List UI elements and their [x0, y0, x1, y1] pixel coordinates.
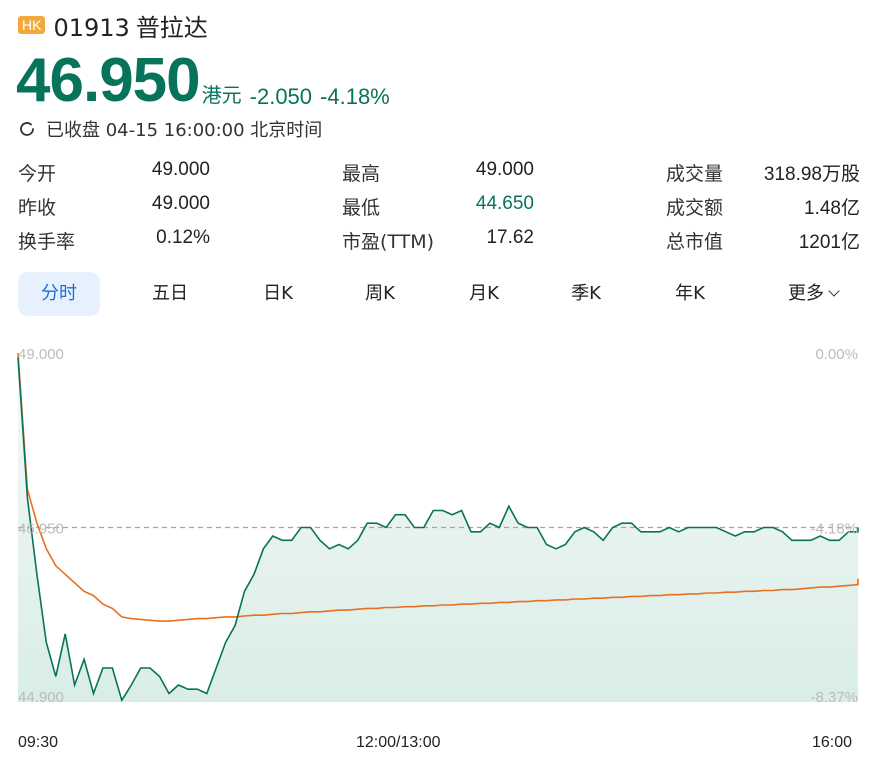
price-area	[18, 357, 858, 702]
stat-label-prev-close: 昨收	[18, 197, 57, 219]
stat-value-high: 49.000	[475, 159, 534, 180]
stat-value-volume: 318.98万股	[763, 164, 860, 185]
tab-yearly-k[interactable]: 年K	[650, 272, 730, 316]
x-tick-label: 16:00	[812, 734, 853, 751]
stat-value-market-cap: 1201亿	[798, 232, 860, 253]
stats-grid: 今开 49.000 最高 49.000 成交量 318.98万股 昨收 49.0…	[18, 155, 860, 257]
market-status: 已收盘 04-15 16:00:00 北京时间	[18, 116, 322, 142]
price-row: 46.950 港元 -2.050 -4.18%	[16, 50, 390, 112]
stock-code: 01913	[53, 13, 130, 42]
stock-name: 普拉达	[135, 13, 208, 42]
stat-label-open: 今开	[18, 163, 57, 185]
tab-monthly-k[interactable]: 月K	[444, 272, 524, 316]
stat-value-turnover: 1.48亿	[804, 198, 860, 219]
status-text: 已收盘 04-15 16:00:00 北京时间	[46, 120, 323, 141]
x-tick-label: 09:30	[18, 734, 59, 751]
y-right-tick-label: -8.37%	[810, 689, 858, 706]
stat-label-volume: 成交量	[666, 163, 724, 185]
stat-label-turnover-rate: 换手率	[18, 231, 76, 253]
stat-label-low: 最低	[342, 197, 381, 219]
x-tick-label: 12:00/13:00	[356, 734, 441, 751]
tab-more-label: 更多	[788, 283, 824, 304]
stats-row: 昨收 49.000 最低 44.650 成交额 1.48亿	[18, 189, 860, 223]
refresh-icon	[20, 122, 34, 136]
tab-quarterly-k[interactable]: 季K	[546, 272, 626, 316]
price-change-pct: -4.18%	[320, 84, 390, 109]
intraday-chart[interactable]: 49.000 46.950 44.900 0.00% -4.18% -8.37%	[0, 330, 871, 730]
stat-value-pe: 17.62	[486, 227, 534, 248]
tab-more[interactable]: 更多	[766, 272, 860, 316]
stat-value-turnover-rate: 0.12%	[156, 227, 210, 248]
y-left-tick-label: 46.950	[18, 521, 64, 538]
y-right-tick-label: -4.18%	[810, 521, 858, 538]
tab-weekly-k[interactable]: 周K	[340, 272, 420, 316]
y-right-tick-label: 0.00%	[815, 346, 858, 363]
last-price: 46.950	[16, 46, 201, 115]
tab-intraday[interactable]: 分时	[18, 272, 100, 316]
tab-daily-k[interactable]: 日K	[238, 272, 318, 316]
tab-five-day[interactable]: 五日	[130, 272, 210, 316]
stat-value-low: 44.650	[475, 193, 534, 214]
stat-label-high: 最高	[342, 163, 381, 185]
stat-value-prev-close: 49.000	[151, 193, 210, 214]
stat-label-turnover: 成交额	[666, 197, 724, 219]
chevron-down-icon	[828, 285, 840, 297]
stock-title-row: HK 01913 普拉达	[18, 8, 214, 43]
stat-label-market-cap: 总市值	[666, 231, 724, 253]
stats-row: 今开 49.000 最高 49.000 成交量 318.98万股	[18, 155, 860, 189]
period-tabs: 分时 五日 日K 周K 月K 季K 年K 更多	[18, 272, 860, 316]
y-left-tick-label: 44.900	[18, 689, 64, 706]
price-change: -2.050	[249, 84, 313, 109]
market-badge: HK	[18, 16, 46, 34]
stat-value-open: 49.000	[151, 159, 210, 180]
stats-row: 换手率 0.12% 市盈(TTM) 17.62 总市值 1201亿	[18, 223, 860, 257]
stat-label-pe: 市盈(TTM)	[342, 231, 435, 253]
stock-title: 01913 普拉达	[53, 8, 213, 43]
y-left-tick-label: 49.000	[18, 346, 64, 363]
price-unit: 港元	[201, 83, 242, 107]
